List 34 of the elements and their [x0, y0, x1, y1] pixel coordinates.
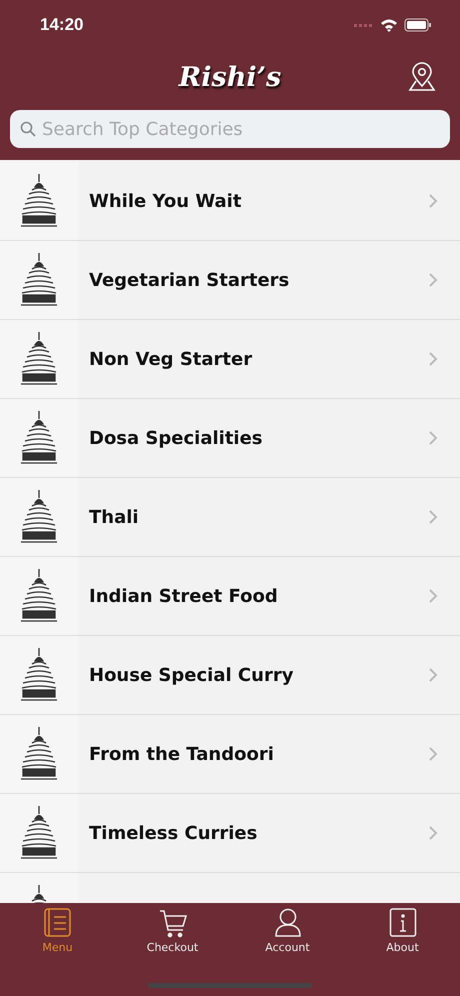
chevron-icon: [429, 747, 438, 761]
category-name[interactable]: Non Veg Starter: [78, 348, 429, 370]
book-icon: [44, 908, 72, 938]
tab-bar-item[interactable]: Account: [248, 908, 328, 954]
category-name[interactable]: While You Wait: [78, 190, 429, 212]
signal-icon: [354, 22, 374, 28]
clock-time: 14:20: [40, 15, 84, 35]
category-name[interactable]: Thali: [78, 506, 429, 528]
tab-bar-item[interactable]: About: [362, 908, 442, 954]
person-icon: [274, 908, 302, 938]
info-icon: [388, 908, 416, 938]
tab-bar-item[interactable]: Menu: [18, 908, 98, 954]
app-title: Rishi’s: [178, 62, 282, 93]
chevron-icon: [429, 431, 438, 445]
category-name[interactable]: Timeless Curries: [78, 822, 429, 844]
chevron-icon: [429, 273, 438, 287]
category-name[interactable]: Vegetarian Starters: [78, 270, 429, 290]
location-pin-icon[interactable]: [408, 62, 436, 92]
search-icon: [20, 121, 36, 137]
category-name[interactable]: From the Tandoori: [78, 744, 429, 764]
chevron-icon: [429, 510, 438, 524]
cart-icon: [158, 908, 186, 938]
category-name[interactable]: Dosa Specialities: [78, 428, 429, 448]
wifi-icon: [380, 18, 398, 32]
category-name[interactable]: House Special Curry: [78, 664, 429, 686]
chevron-icon: [429, 826, 438, 840]
chevron-icon: [429, 589, 438, 603]
category-name[interactable]: Indian Street Food: [78, 586, 429, 606]
tab-bar-item[interactable]: Checkout: [132, 908, 212, 954]
battery-icon: [404, 18, 432, 32]
chevron-icon: [429, 352, 438, 366]
chevron-icon: [429, 194, 438, 208]
search-field[interactable]: Search Top Categories: [10, 110, 450, 148]
chevron-icon: [429, 668, 438, 682]
